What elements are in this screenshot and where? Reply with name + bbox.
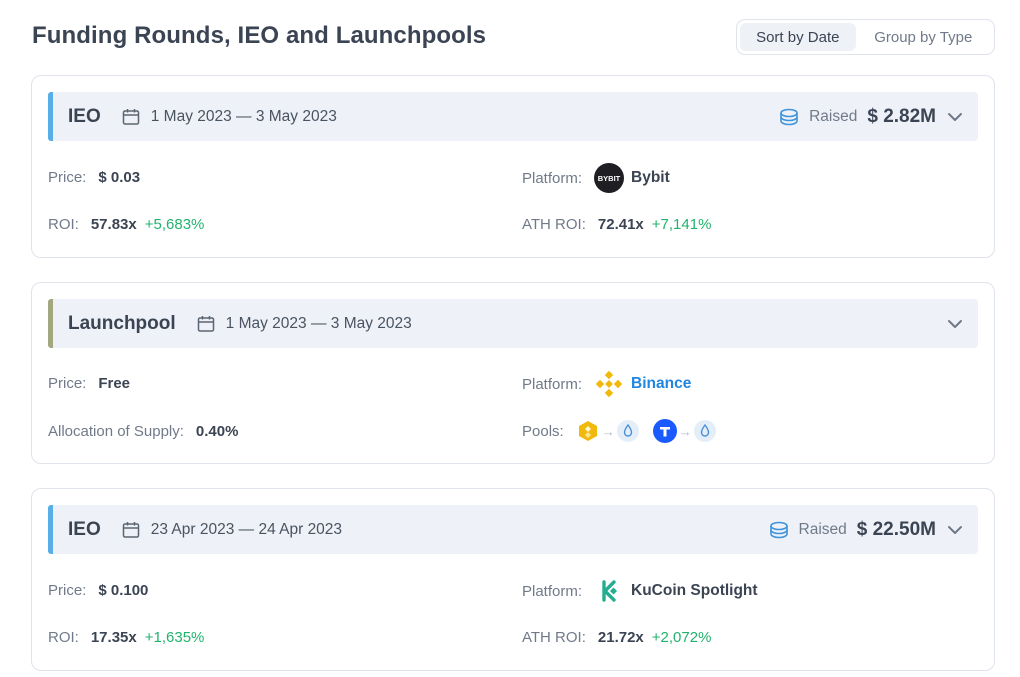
roi-label: ROI: — [48, 629, 79, 646]
price-value: Free — [98, 375, 131, 392]
chevron-down-icon[interactable] — [944, 519, 966, 541]
pools-label: Pools: — [522, 422, 564, 440]
binance-logo-icon[interactable] — [594, 369, 624, 399]
accent-bar — [48, 299, 53, 348]
token-drop-icon — [616, 420, 639, 442]
kucoin-logo-icon[interactable] — [594, 576, 624, 606]
accent-bar — [48, 92, 53, 141]
roi-row: ROI: 57.83x +5,683% — [48, 216, 204, 233]
group-by-type-button[interactable]: Group by Type — [856, 23, 991, 51]
coins-icon — [767, 520, 791, 540]
price-row: Price: Free — [48, 375, 130, 392]
price-label: Price: — [48, 582, 87, 599]
round-type: Launchpool — [68, 312, 176, 334]
pool-tusd[interactable]: → — [652, 419, 716, 443]
raised-label: Raised — [809, 107, 858, 125]
calendar-icon — [121, 520, 141, 540]
platform-label: Platform: — [522, 375, 583, 393]
ath-roi-label: ATH ROI: — [522, 216, 586, 233]
raised-value: $ 2.82M — [867, 105, 936, 127]
roi-value: 57.83x — [90, 216, 137, 233]
pools-row: Pools: → → — [522, 419, 730, 443]
round-card-header[interactable]: IEO 23 Apr 2023 — 24 Apr 2023 Raised $ 2… — [48, 505, 978, 554]
pool-bnb[interactable]: → — [576, 419, 639, 443]
price-label: Price: — [48, 169, 87, 186]
tusd-token-icon — [652, 419, 677, 443]
price-row: Price: $ 0.100 — [48, 582, 148, 599]
chevron-down-icon[interactable] — [944, 106, 966, 128]
round-type: IEO — [68, 105, 101, 127]
allocation-row: Allocation of Supply: 0.40% — [48, 423, 238, 440]
roi-percent: +5,683% — [144, 216, 205, 233]
page-title: Funding Rounds, IEO and Launchpools — [32, 22, 487, 49]
arrow-right-icon: → — [601, 423, 615, 439]
round-type: IEO — [68, 518, 101, 540]
roi-percent: +1,635% — [144, 629, 205, 646]
calendar-icon — [196, 314, 216, 334]
platform-name[interactable]: KuCoin Spotlight — [631, 582, 758, 600]
date-range: 1 May 2023 — 3 May 2023 — [150, 107, 337, 125]
price-value: $ 0.100 — [98, 582, 149, 599]
platform-name[interactable]: Binance — [631, 375, 691, 393]
price-value: $ 0.03 — [98, 169, 141, 186]
roi-value: 17.35x — [90, 629, 137, 646]
roi-label: ROI: — [48, 216, 79, 233]
arrow-right-icon: → — [678, 423, 692, 439]
ath-roi-value: 72.41x — [597, 216, 644, 233]
round-card-ieo-kucoin: IEO 23 Apr 2023 — 24 Apr 2023 Raised $ 2… — [31, 488, 995, 671]
allocation-value: 0.40% — [195, 423, 239, 440]
ath-roi-row: ATH ROI: 21.72x +2,072% — [522, 629, 711, 646]
platform-row: Platform: BYBIT Bybit — [522, 163, 670, 193]
sort-by-date-button[interactable]: Sort by Date — [740, 23, 856, 51]
date-range: 1 May 2023 — 3 May 2023 — [225, 314, 412, 332]
platform-label: Platform: — [522, 169, 583, 187]
price-label: Price: — [48, 375, 87, 392]
platform-label: Platform: — [522, 582, 583, 600]
round-card-header[interactable]: Launchpool 1 May 2023 — 3 May 2023 — [48, 299, 978, 348]
raised-label: Raised — [798, 520, 847, 538]
calendar-icon — [121, 107, 141, 127]
allocation-label: Allocation of Supply: — [48, 423, 184, 440]
roi-row: ROI: 17.35x +1,635% — [48, 629, 204, 646]
price-row: Price: $ 0.03 — [48, 169, 140, 186]
ath-roi-row: ATH ROI: 72.41x +7,141% — [522, 216, 711, 233]
bybit-logo-icon[interactable]: BYBIT — [594, 163, 625, 193]
round-card-ieo-bybit: IEO 1 May 2023 — 3 May 2023 Raised $ 2.8… — [31, 75, 995, 258]
ath-roi-percent: +2,072% — [651, 629, 712, 646]
ath-roi-percent: +7,141% — [651, 216, 712, 233]
round-card-launchpool-binance: Launchpool 1 May 2023 — 3 May 2023 Price… — [31, 282, 995, 464]
ath-roi-label: ATH ROI: — [522, 629, 586, 646]
platform-name[interactable]: Bybit — [631, 169, 670, 187]
coins-icon — [777, 107, 801, 127]
sort-toggle: Sort by Date Group by Type — [736, 19, 995, 55]
round-card-header[interactable]: IEO 1 May 2023 — 3 May 2023 Raised $ 2.8… — [48, 92, 978, 141]
accent-bar — [48, 505, 53, 554]
date-range: 23 Apr 2023 — 24 Apr 2023 — [150, 520, 343, 538]
bnb-token-icon — [578, 421, 597, 441]
platform-row: Platform: KuCoin Spotlight — [522, 576, 758, 606]
platform-row: Platform: Binance — [522, 369, 691, 399]
raised-value: $ 22.50M — [856, 518, 936, 540]
chevron-down-icon[interactable] — [944, 313, 966, 335]
svg-text:BYBIT: BYBIT — [598, 174, 621, 183]
token-drop-icon — [693, 420, 716, 442]
ath-roi-value: 21.72x — [597, 629, 644, 646]
